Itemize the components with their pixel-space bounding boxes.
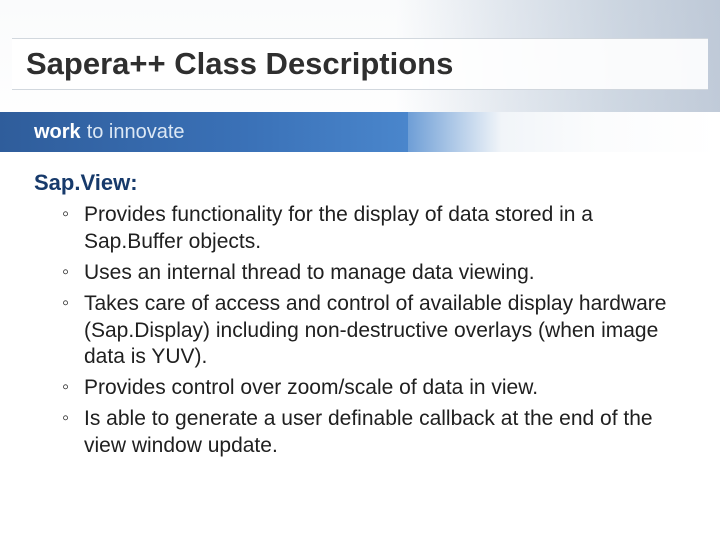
list-item: Provides functionality for the display o…: [68, 202, 686, 256]
list-item: Is able to generate a user definable cal…: [68, 406, 686, 460]
tagline-bold: work: [34, 121, 81, 144]
list-item: Provides control over zoom/scale of data…: [68, 375, 686, 402]
title-bar: Sapera++ Class Descriptions: [12, 38, 708, 90]
slide-title: Sapera++ Class Descriptions: [26, 46, 453, 82]
section-heading: Sap.View:: [34, 170, 686, 196]
tagline-rest: to innovate: [87, 121, 185, 144]
list-item: Takes care of access and control of avai…: [68, 291, 686, 372]
tagline-bar: work to innovate: [0, 112, 408, 152]
tagline-fade: [408, 112, 720, 152]
bullet-list: Provides functionality for the display o…: [34, 202, 686, 460]
list-item: Uses an internal thread to manage data v…: [68, 260, 686, 287]
slide: Sapera++ Class Descriptions work to inno…: [0, 0, 720, 540]
content-area: Sap.View: Provides functionality for the…: [34, 170, 686, 464]
